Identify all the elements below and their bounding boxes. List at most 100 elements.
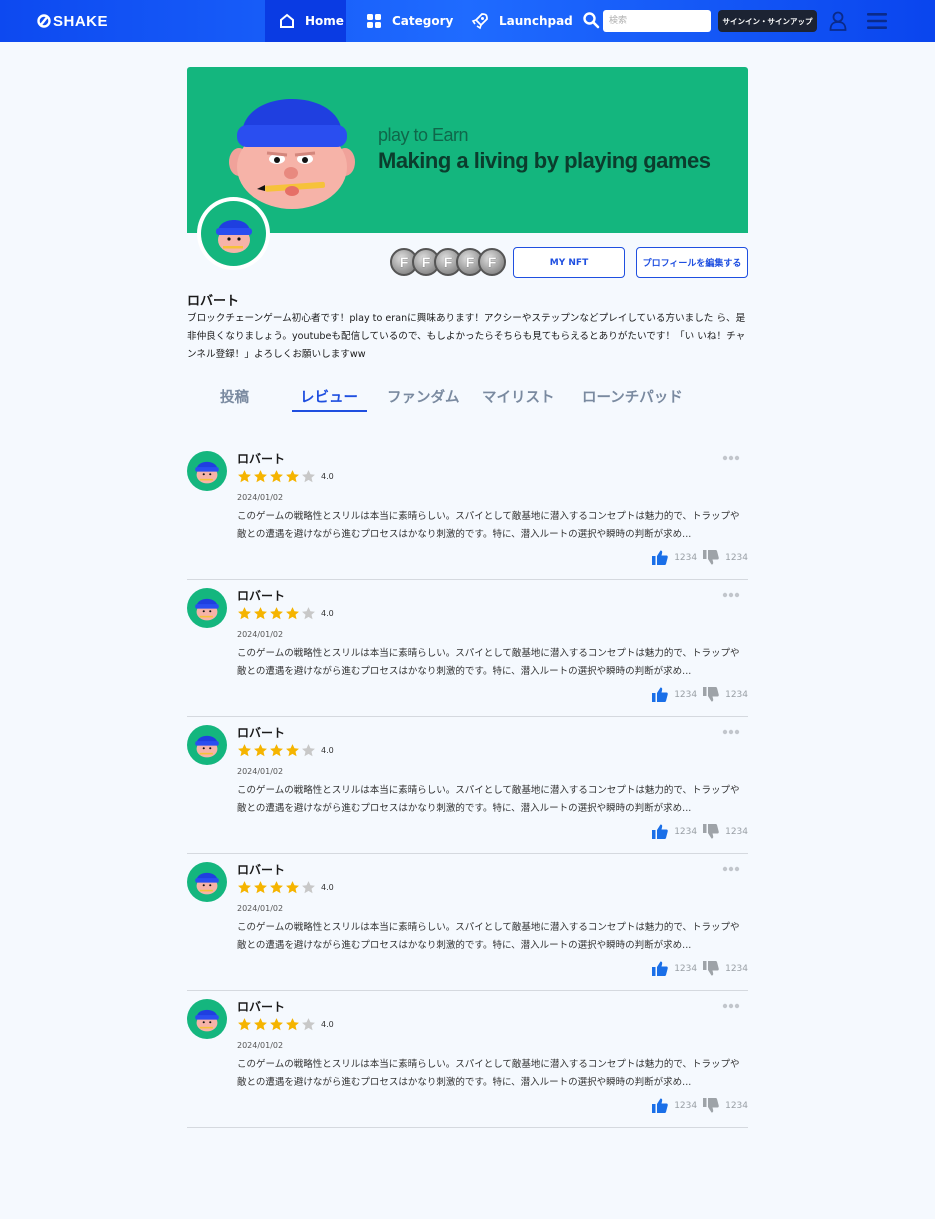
star-filled-icon <box>270 881 283 894</box>
tab-mylist[interactable]: マイリスト <box>482 386 555 407</box>
reviewer-avatar[interactable] <box>187 862 227 902</box>
like-count: 1234 <box>674 1100 698 1111</box>
my-nft-button[interactable]: MY NFT <box>513 247 625 278</box>
tab-launchpad[interactable]: ローンチパッド <box>582 386 683 407</box>
shake-logo[interactable]: SHAKE <box>37 12 108 30</box>
tab-reviews[interactable]: レビュー <box>300 386 358 407</box>
star-filled-icon <box>238 1018 251 1031</box>
home-icon <box>280 13 294 28</box>
thumbs-down-icon[interactable] <box>703 961 719 976</box>
star-filled-icon <box>286 744 299 757</box>
nav-category[interactable]: Category <box>366 0 453 42</box>
avatar-face-icon <box>195 735 219 758</box>
star-filled-icon <box>238 470 251 483</box>
star-filled-icon <box>238 881 251 894</box>
rating-score: 4.0 <box>321 883 334 892</box>
user-icon[interactable] <box>829 11 847 31</box>
thumbs-down-icon[interactable] <box>703 824 719 839</box>
dislike-count: 1234 <box>725 963 748 974</box>
nav-category-label: Category <box>392 14 454 28</box>
review-date: 2024/01/02 <box>237 767 284 776</box>
star-rating: 4.0 <box>237 469 334 484</box>
reviewer-avatar[interactable] <box>187 451 227 491</box>
star-filled-icon <box>238 607 251 620</box>
thumbs-down-icon[interactable] <box>703 550 719 565</box>
rating-score: 4.0 <box>321 609 334 618</box>
reviewer-name[interactable]: ロバート <box>237 587 285 604</box>
more-options-icon[interactable] <box>722 455 740 461</box>
review-text: このゲームの戦略性とスリルは本当に素晴らしい。スパイとして敵基地に潜入するコンセ… <box>237 648 740 677</box>
reviewer-avatar[interactable] <box>187 999 227 1039</box>
nft-badge-group: FFFFF <box>390 248 506 276</box>
nav-home[interactable]: Home <box>265 0 346 42</box>
reviewer-name[interactable]: ロバート <box>237 998 285 1015</box>
profile-avatar[interactable] <box>197 197 270 270</box>
more-options-icon[interactable] <box>722 592 740 598</box>
review-item: ロバート 4.0 2024/01/02 このゲームの戦略性とスリルは本当に素晴ら… <box>187 854 748 991</box>
thumbs-down-icon[interactable] <box>703 687 719 702</box>
banner-character-illustration <box>229 99 355 209</box>
dislike-count: 1234 <box>725 552 748 563</box>
more-options-icon[interactable] <box>722 1003 740 1009</box>
review-actions: 1234 1234 <box>652 961 748 976</box>
review-date: 2024/01/02 <box>237 493 284 502</box>
signin-signup-button[interactable]: サインイン・サインアップ <box>718 10 817 32</box>
edit-profile-button[interactable]: プロフィールを編集する <box>636 247 748 278</box>
reviewer-name[interactable]: ロバート <box>237 861 285 878</box>
thumbs-down-icon[interactable] <box>703 1098 719 1113</box>
more-options-icon[interactable] <box>722 729 740 735</box>
star-filled-icon <box>254 607 267 620</box>
profile-bio: ブロックチェーンゲーム初心者です！play to eranに興味あります！アクシ… <box>187 313 746 360</box>
avatar-face-icon <box>215 219 252 253</box>
banner-title: Making a living by playing games <box>378 148 711 173</box>
logo-text: SHAKE <box>53 12 109 30</box>
like-count: 1234 <box>674 826 698 837</box>
tab-posts[interactable]: 投稿 <box>220 386 249 407</box>
nav-launchpad[interactable]: Launchpad <box>471 0 573 42</box>
star-empty-icon <box>302 881 315 894</box>
avatar-face-icon <box>195 872 219 895</box>
thumbs-up-icon[interactable] <box>652 687 668 702</box>
review-date: 2024/01/02 <box>237 904 284 913</box>
review-item: ロバート 4.0 2024/01/02 このゲームの戦略性とスリルは本当に素晴ら… <box>187 443 748 580</box>
review-text: このゲームの戦略性とスリルは本当に素晴らしい。スパイとして敵基地に潜入するコンセ… <box>237 922 740 951</box>
star-filled-icon <box>270 1018 283 1031</box>
more-options-icon[interactable] <box>722 866 740 872</box>
reviewer-name[interactable]: ロバート <box>237 450 285 467</box>
thumbs-up-icon[interactable] <box>652 550 668 565</box>
star-empty-icon <box>302 744 315 757</box>
thumbs-up-icon[interactable] <box>652 824 668 839</box>
review-text: このゲームの戦略性とスリルは本当に素晴らしい。スパイとして敵基地に潜入するコンセ… <box>237 1059 740 1088</box>
star-empty-icon <box>302 470 315 483</box>
star-empty-icon <box>302 607 315 620</box>
review-text: このゲームの戦略性とスリルは本当に素晴らしい。スパイとして敵基地に潜入するコンセ… <box>237 511 740 540</box>
avatar-face-icon <box>195 461 219 484</box>
review-item: ロバート 4.0 2024/01/02 このゲームの戦略性とスリルは本当に素晴ら… <box>187 991 748 1128</box>
star-rating: 4.0 <box>237 880 334 895</box>
thumbs-up-icon[interactable] <box>652 961 668 976</box>
avatar-face-icon <box>195 1009 219 1032</box>
profile-name: ロバート <box>187 294 240 309</box>
reviewer-name[interactable]: ロバート <box>237 724 285 741</box>
rating-score: 4.0 <box>321 472 334 481</box>
profile-tabs: 投稿 レビュー ファンダム マイリスト ローンチパッド <box>187 378 748 414</box>
star-filled-icon <box>238 744 251 757</box>
star-filled-icon <box>286 470 299 483</box>
tab-fandom[interactable]: ファンダム <box>387 386 460 407</box>
star-rating: 4.0 <box>237 606 334 621</box>
reviewer-avatar[interactable] <box>187 588 227 628</box>
star-filled-icon <box>254 1018 267 1031</box>
category-icon <box>367 14 381 28</box>
nav-home-label: Home <box>305 14 344 28</box>
reviewer-avatar[interactable] <box>187 725 227 765</box>
search-icon[interactable] <box>582 11 600 29</box>
star-filled-icon <box>270 744 283 757</box>
search-input[interactable] <box>603 10 711 32</box>
thumbs-up-icon[interactable] <box>652 1098 668 1113</box>
dislike-count: 1234 <box>725 826 748 837</box>
star-filled-icon <box>254 470 267 483</box>
star-filled-icon <box>254 881 267 894</box>
nft-badge[interactable]: F <box>478 248 506 276</box>
star-filled-icon <box>286 881 299 894</box>
hamburger-menu-icon[interactable] <box>867 12 887 30</box>
